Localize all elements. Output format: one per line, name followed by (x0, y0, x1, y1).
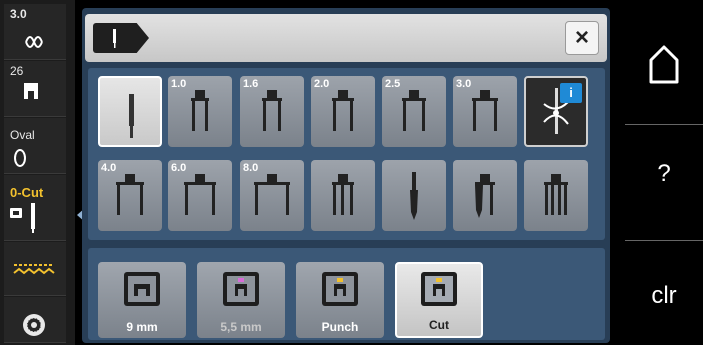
needle-triple[interactable] (311, 160, 375, 231)
presser-foot-item[interactable]: 26 (4, 61, 66, 117)
hoop-oval-icon (14, 149, 26, 167)
stitch-plate-icon (322, 272, 358, 306)
bobbin-item[interactable] (4, 297, 66, 343)
needle-single[interactable] (98, 76, 162, 147)
twin-needle-icon (116, 174, 144, 215)
info-icon: i (560, 83, 582, 103)
needle-wing[interactable] (382, 160, 446, 231)
stitch-plate-label: 5,5 mm (220, 320, 262, 334)
needle-twin-1-0[interactable]: 1.0 (168, 76, 232, 147)
needle-icon (113, 29, 116, 48)
twin-needle-icon (262, 90, 282, 131)
divider (625, 240, 703, 241)
foot-cut-icon (10, 203, 35, 233)
status-sidebar: 3.0 26 Oval 0-Cut (0, 0, 75, 345)
needle-quad[interactable] (524, 160, 588, 231)
clear-label: clr (651, 282, 677, 309)
divider (625, 124, 703, 125)
top-bar: × (85, 14, 607, 62)
stitch-plate-label: 9 mm (126, 320, 158, 334)
needle-twin-4-0[interactable]: 4.0 (98, 160, 162, 231)
triple-needle-icon (332, 174, 354, 215)
stitch-plate-icon (421, 272, 457, 306)
needle-twin-8-0[interactable]: 8.0 (240, 160, 304, 231)
twin-needle-icon (191, 90, 209, 131)
wing-twin-needle-icon (475, 174, 495, 218)
twin-needle-icon (332, 90, 354, 131)
wing-needle-icon (410, 172, 418, 220)
stitch-plate-9mm[interactable]: 9 mm (98, 262, 186, 338)
feed-dog-icon (13, 264, 55, 275)
stitch-plate-icon (124, 272, 160, 306)
stitch-plate-icon (223, 272, 259, 306)
home-icon (649, 45, 679, 84)
needle-twin-2-0[interactable]: 2.0 (311, 76, 375, 147)
stitch-plate-punch[interactable]: Punch (296, 262, 384, 338)
stitch-plate-item[interactable]: 0-Cut (4, 175, 66, 241)
stitch-plate-5-5mm[interactable]: 5,5 mm (197, 262, 285, 338)
single-needle-icon (129, 94, 134, 138)
stitch-plate-label: Cut (429, 318, 449, 332)
needle-twin-3-0[interactable]: 3.0 (453, 76, 517, 147)
stitch-plate-cut[interactable]: Cut (395, 262, 483, 338)
clear-button[interactable]: clr (625, 242, 703, 342)
needle-twin-2-5[interactable]: 2.5 (382, 76, 446, 147)
stitch-plate-label: Punch (321, 320, 359, 334)
needle-tab[interactable] (93, 23, 149, 53)
stitch-width-item[interactable]: 3.0 (4, 4, 66, 60)
right-sidebar: ? clr (625, 0, 703, 345)
needle-threader-info[interactable]: i (524, 76, 588, 147)
twin-needle-icon (402, 90, 426, 131)
bobbin-icon (23, 314, 45, 336)
feed-dog-item[interactable] (4, 242, 66, 296)
twin-needle-icon (184, 174, 216, 215)
twin-needle-icon (254, 174, 290, 215)
needle-twin-1-6[interactable]: 1.6 (240, 76, 304, 147)
stitch-pattern-icon (25, 36, 43, 48)
help-button[interactable]: ? (625, 126, 703, 226)
hoop-item[interactable]: Oval (4, 118, 66, 174)
help-label: ? (657, 160, 671, 187)
needle-twin-6-0[interactable]: 6.0 (168, 160, 232, 231)
quad-needle-icon (544, 174, 568, 215)
twin-needle-icon (472, 90, 498, 131)
close-button[interactable]: × (565, 21, 599, 55)
needle-wing-twin[interactable] (453, 160, 517, 231)
presser-foot-icon (24, 83, 38, 99)
home-button[interactable] (625, 20, 703, 120)
